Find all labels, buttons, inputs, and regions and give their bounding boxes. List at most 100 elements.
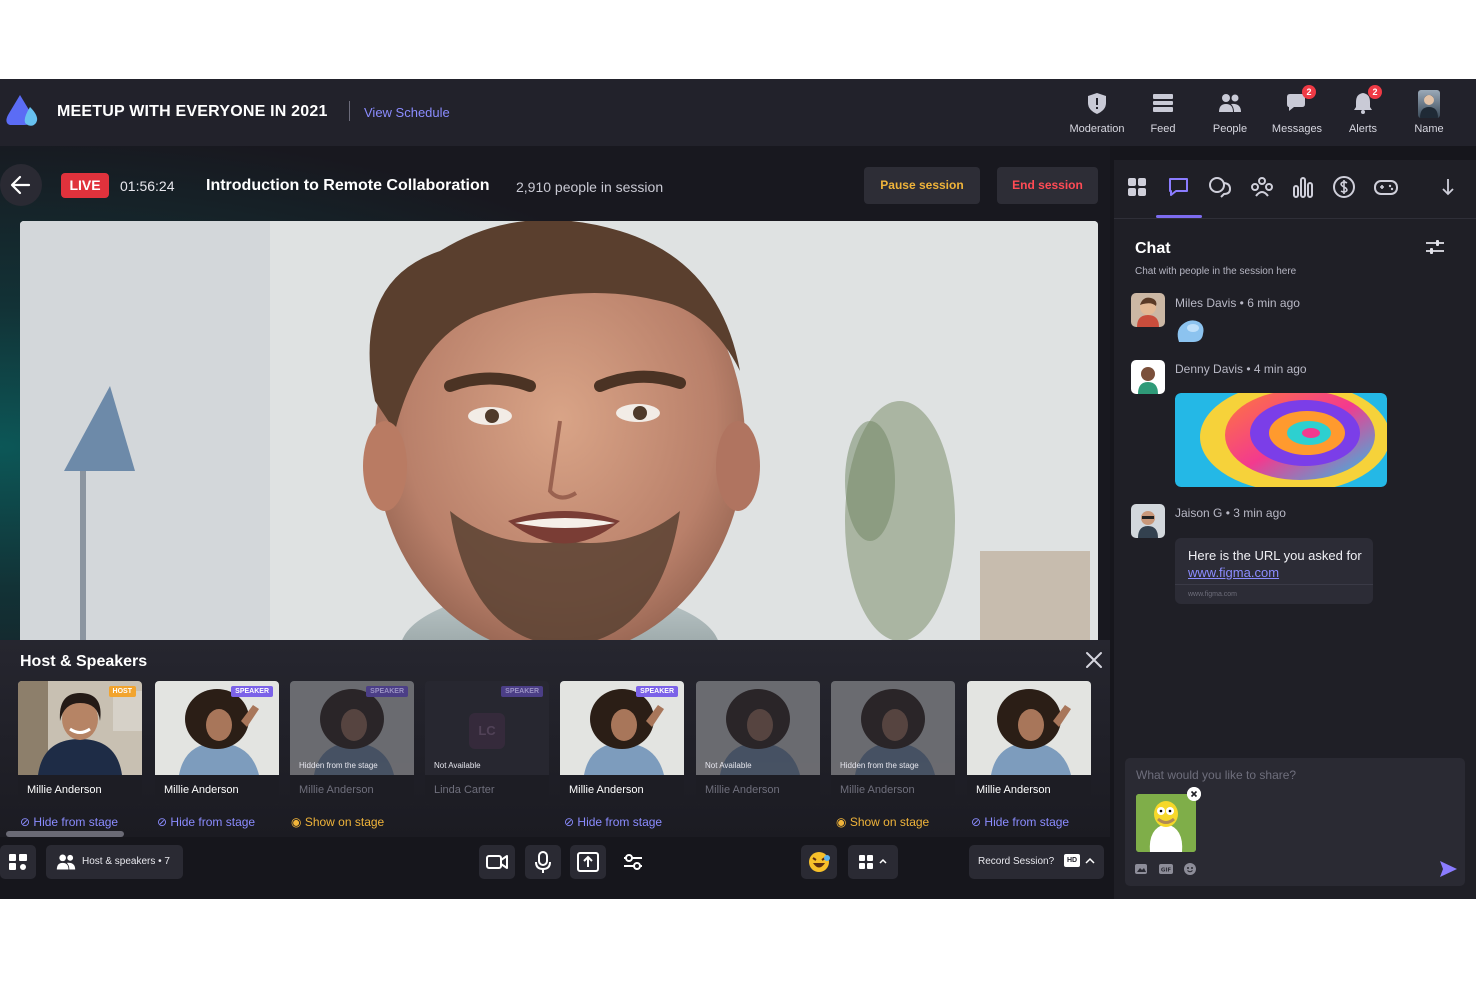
speaker-card[interactable]: LC SPEAKER Not Available Linda Carter	[425, 681, 549, 805]
attachment-preview	[1136, 794, 1196, 852]
avatar[interactable]	[1131, 504, 1165, 538]
session-title: Introduction to Remote Collaboration	[206, 177, 490, 194]
nav-moderation[interactable]: Moderation	[1062, 85, 1132, 141]
end-session-button[interactable]: End session	[997, 167, 1098, 204]
speaker-name: Millie Anderson	[560, 775, 684, 805]
sliders-icon	[624, 854, 642, 870]
controls-bar: Host & speakers • 7 Record Session? HD	[0, 837, 1110, 899]
eye-off-icon: ⊘	[20, 815, 31, 829]
speaker-name: Millie Anderson	[290, 775, 414, 805]
top-bar: MEETUP WITH EVERYONE IN 2021 View Schedu…	[0, 79, 1476, 146]
sticker-image	[1177, 320, 1204, 342]
speaker-card[interactable]: Not Available Millie Anderson	[696, 681, 820, 805]
side-panel: Chat Chat with people in the session her…	[1114, 160, 1476, 899]
app-window: MEETUP WITH EVERYONE IN 2021 View Schedu…	[0, 79, 1476, 899]
hide-from-stage-button[interactable]: ⊘ Hide from stage	[20, 815, 118, 829]
feed-icon	[1153, 94, 1173, 112]
avatar[interactable]	[1131, 360, 1165, 394]
nav-profile[interactable]: Name	[1394, 85, 1464, 141]
speaker-name: Millie Anderson	[18, 775, 142, 805]
card-action-label: Hide from stage	[33, 815, 119, 829]
speaker-card[interactable]: SPEAKER Millie Anderson	[155, 681, 279, 805]
show-on-stage-button[interactable]: ◉ Show on stage	[291, 815, 384, 829]
message-input[interactable]: What would you like to share?	[1136, 768, 1296, 782]
arrow-left-icon	[10, 175, 31, 195]
gamepad-icon[interactable]	[1373, 174, 1399, 200]
card-status-overlay: Not Available	[434, 761, 481, 770]
card-action-label: Hide from stage	[577, 815, 663, 829]
apps-menu-button[interactable]	[848, 845, 898, 879]
divider	[1175, 584, 1373, 585]
speaker-card[interactable]: Millie Anderson	[967, 681, 1091, 805]
nav-alerts[interactable]: 2 Alerts	[1328, 85, 1398, 141]
laughing-emoji-icon	[809, 852, 830, 872]
nav-people[interactable]: People	[1195, 85, 1265, 141]
pause-session-button[interactable]: Pause session	[864, 167, 980, 204]
card-action-label: Show on stage	[304, 815, 385, 829]
hide-from-stage-button[interactable]: ⊘ Hide from stage	[971, 815, 1069, 829]
remove-attachment-icon[interactable]	[1187, 787, 1201, 801]
eye-off-icon: ⊘	[971, 815, 982, 829]
send-icon[interactable]	[1438, 859, 1458, 879]
link-preview-url: www.figma.com	[1188, 591, 1238, 598]
speaker-card[interactable]: SPEAKER Millie Anderson	[560, 681, 684, 805]
speaker-name: Millie Anderson	[696, 775, 820, 805]
live-badge: LIVE	[61, 173, 109, 198]
poll-icon[interactable]	[1290, 174, 1316, 200]
video-camera-icon	[486, 855, 508, 869]
avatar[interactable]	[1131, 293, 1165, 327]
back-button[interactable]	[0, 164, 42, 206]
grid-icon[interactable]	[1124, 174, 1150, 200]
reactions-button[interactable]	[801, 845, 837, 879]
group-icon[interactable]	[1249, 174, 1275, 200]
message-link[interactable]: www.figma.com	[1188, 565, 1279, 580]
settings-button[interactable]	[615, 845, 651, 879]
microphone-button[interactable]	[525, 845, 561, 879]
speaker-card[interactable]: SPEAKER Hidden from the stage Millie And…	[290, 681, 414, 805]
show-on-stage-button[interactable]: ◉ Show on stage	[836, 815, 929, 829]
close-icon[interactable]	[1084, 650, 1104, 670]
host-speakers-toggle[interactable]: Host & speakers • 7	[46, 845, 183, 879]
share-screen-button[interactable]	[570, 845, 606, 879]
speaker-name: Millie Anderson	[831, 775, 955, 805]
speaker-thumbnail	[967, 681, 1091, 775]
dollar-icon[interactable]	[1331, 174, 1357, 200]
stage-area: LIVE 01:56:24 Introduction to Remote Col…	[0, 146, 1110, 899]
speaker-card[interactable]: Hidden from the stage Millie Anderson	[831, 681, 955, 805]
record-session-button[interactable]: Record Session? HD	[969, 845, 1104, 879]
nav-label: Alerts	[1348, 123, 1378, 135]
speaker-tag: SPEAKER	[636, 686, 678, 697]
chat-subtitle: Chat with people in the session here	[1135, 266, 1297, 277]
filter-icon[interactable]	[1424, 238, 1446, 256]
eye-off-icon: ⊘	[564, 815, 575, 829]
camera-button[interactable]	[479, 845, 515, 879]
speaker-video-image	[20, 221, 1098, 651]
host-speakers-label: Host & speakers • 7	[82, 856, 170, 867]
eye-icon: ◉	[291, 815, 302, 829]
layout-button[interactable]	[0, 845, 36, 879]
image-upload-icon[interactable]	[1134, 862, 1148, 876]
nav-feed[interactable]: Feed	[1128, 85, 1198, 141]
share-screen-icon	[577, 852, 599, 872]
emoji-icon[interactable]	[1183, 862, 1197, 876]
card-status-overlay: Hidden from the stage	[299, 761, 378, 770]
chat-icon[interactable]	[1166, 174, 1192, 200]
hide-from-stage-button[interactable]: ⊘ Hide from stage	[564, 815, 662, 829]
message-meta: Miles Davis • 6 min ago	[1175, 296, 1300, 310]
qa-icon[interactable]	[1207, 174, 1233, 200]
eye-icon: ◉	[836, 815, 847, 829]
message-composer[interactable]: What would you like to share? GIF	[1125, 758, 1465, 886]
speaker-tag: SPEAKER	[501, 686, 543, 697]
speakers-panel-title: Host & Speakers	[20, 653, 148, 670]
layout-icon	[9, 854, 27, 870]
shared-image[interactable]	[1175, 393, 1387, 487]
hide-from-stage-button[interactable]: ⊘ Hide from stage	[157, 815, 255, 829]
arrow-down-icon[interactable]	[1435, 174, 1461, 200]
people-icon	[1219, 94, 1241, 112]
speaker-card[interactable]: HOST Millie Anderson	[18, 681, 142, 805]
nav-label: Messages	[1271, 123, 1323, 135]
nav-messages[interactable]: 2 Messages	[1262, 85, 1332, 141]
card-status-overlay: Hidden from the stage	[840, 761, 919, 770]
view-schedule-link[interactable]: View Schedule	[364, 105, 450, 120]
gif-icon[interactable]: GIF	[1159, 862, 1173, 876]
